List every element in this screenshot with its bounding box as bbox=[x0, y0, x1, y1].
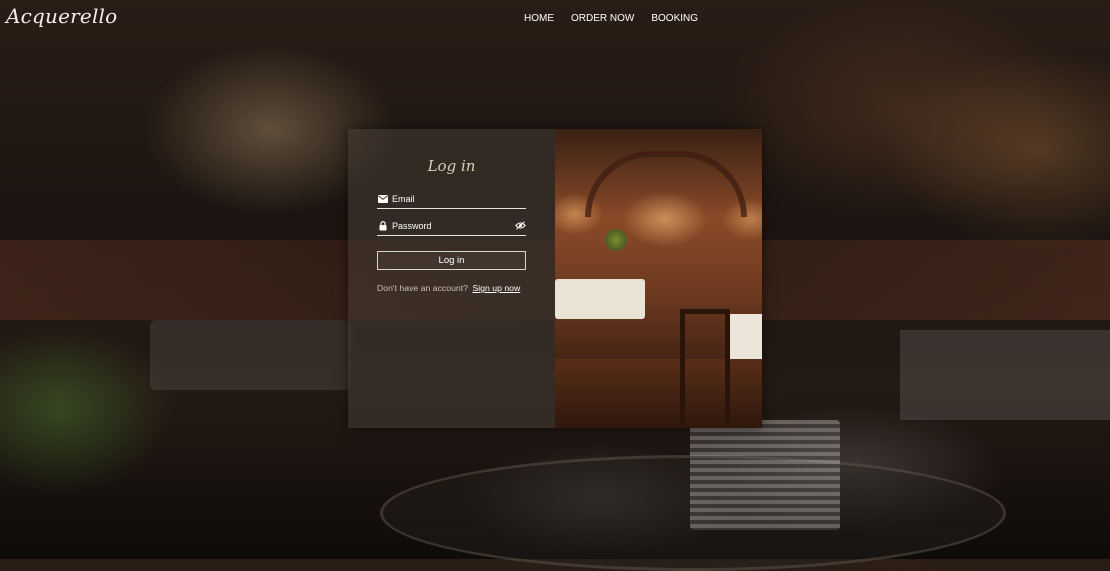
nav-order-now[interactable]: ORDER NOW bbox=[571, 13, 634, 24]
photo-flowers bbox=[605, 229, 627, 251]
photo-floor bbox=[555, 359, 762, 428]
login-button[interactable]: Log in bbox=[377, 251, 526, 270]
signup-prompt-text: Don't have an account? bbox=[377, 283, 469, 293]
login-card: Log in Log in Don't have an account? Sig… bbox=[348, 129, 762, 428]
site-logo[interactable]: Acquerello bbox=[6, 4, 117, 28]
photo-table-right bbox=[725, 314, 762, 359]
signup-link[interactable]: Sign up now bbox=[472, 283, 520, 293]
email-field bbox=[377, 189, 526, 209]
lock-icon bbox=[377, 220, 388, 231]
nav-booking[interactable]: BOOKING bbox=[651, 13, 698, 24]
top-navbar: Acquerello HOME ORDER NOW BOOKING bbox=[0, 0, 1110, 40]
password-input[interactable] bbox=[392, 220, 515, 231]
login-form-panel: Log in Log in Don't have an account? Sig… bbox=[348, 129, 555, 428]
main-nav: HOME ORDER NOW BOOKING bbox=[524, 13, 698, 24]
email-input[interactable] bbox=[392, 193, 526, 204]
photo-chair bbox=[680, 309, 730, 424]
envelope-icon bbox=[377, 193, 388, 204]
eye-slash-icon[interactable] bbox=[515, 220, 526, 231]
signup-prompt-line: Don't have an account? Sign up now bbox=[377, 283, 537, 293]
background-table-right bbox=[900, 330, 1110, 420]
password-field bbox=[377, 216, 526, 236]
background-table-left bbox=[150, 320, 350, 390]
nav-home[interactable]: HOME bbox=[524, 13, 554, 24]
background-dessert-tray bbox=[380, 455, 1006, 571]
restaurant-photo bbox=[555, 129, 762, 428]
background-plate-stack bbox=[690, 420, 840, 530]
photo-archway bbox=[585, 151, 747, 217]
photo-table-left bbox=[555, 279, 645, 319]
login-title: Log in bbox=[427, 157, 476, 175]
